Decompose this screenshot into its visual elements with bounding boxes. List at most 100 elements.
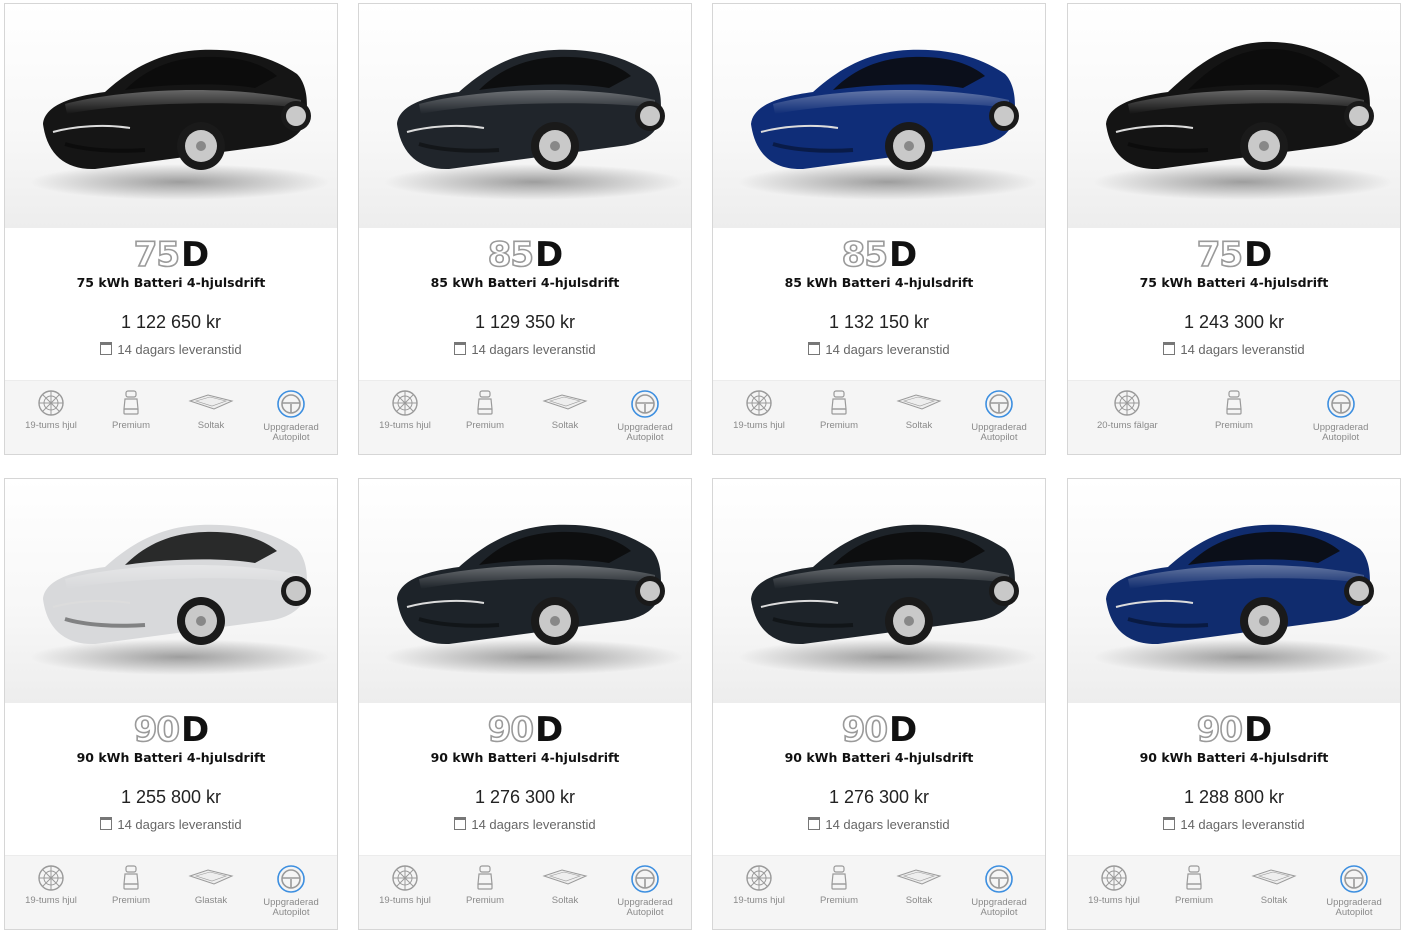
car-photo[interactable] (1068, 4, 1400, 228)
steering-wheel-icon (1303, 389, 1379, 419)
delivery-label: 14 dagars leveranstid (825, 817, 950, 832)
seat-icon (1196, 389, 1272, 417)
badge-letter: D (535, 710, 563, 750)
steering-wheel-icon (253, 864, 329, 894)
car-card[interactable]: 90D 90 kWh Batteri 4-hjulsdrift 1 276 30… (358, 478, 692, 930)
feature-item: Glastak (173, 856, 249, 929)
feature-item: Premium (447, 381, 523, 454)
feature-label: Premium (1214, 420, 1253, 431)
feature-label: Glastak (194, 895, 228, 906)
roof-icon (173, 389, 249, 417)
car-card[interactable]: 85D 85 kWh Batteri 4-hjulsdrift 1 129 35… (358, 3, 692, 455)
wheel-icon (1076, 864, 1152, 892)
steering-wheel-icon (607, 389, 683, 419)
feature-item: Soltak (1236, 856, 1312, 929)
calendar-icon (808, 817, 821, 830)
feature-bar: 19-tums hjul Premium Soltak Uppgraderad … (359, 855, 691, 929)
model-badge: 90D (1068, 711, 1400, 749)
delivery-time: 14 dagars leveranstid (713, 817, 1045, 832)
seat-icon (447, 389, 523, 417)
feature-label: Premium (465, 420, 504, 431)
badge-letter: D (889, 235, 917, 275)
car-image (384, 49, 684, 200)
feature-label: Soltak (905, 895, 933, 906)
car-image (738, 49, 1038, 200)
delivery-time: 14 dagars leveranstid (1068, 817, 1400, 832)
car-photo[interactable] (713, 479, 1045, 703)
model-badge: 90D (359, 710, 691, 750)
wheel-icon (367, 389, 443, 417)
calendar-icon (100, 817, 113, 830)
feature-label: 19-tums hjul (25, 895, 77, 906)
price: 1 132 150 kr (828, 312, 930, 332)
car-image (1093, 41, 1393, 200)
steering-wheel-icon (253, 389, 329, 419)
feature-label: Premium (819, 420, 858, 431)
feature-bar: 19-tums hjul Premium Soltak Uppgraderad … (1068, 855, 1400, 929)
battery-title: 85 kWh Batteri 4-hjulsdrift (430, 275, 620, 290)
model-badge: 75D (1068, 235, 1400, 275)
feature-bar: 19-tums hjul Premium Soltak Uppgraderad … (713, 380, 1045, 454)
car-card[interactable]: 75D 75 kWh Batteri 4-hjulsdrift 1 122 65… (4, 3, 338, 455)
feature-label: Uppgraderad Autopilot (1326, 897, 1382, 918)
feature-item: Premium (1196, 381, 1272, 454)
feature-label: Soltak (551, 895, 579, 906)
price: 1 243 300 kr (1183, 312, 1285, 332)
roof-icon (527, 864, 603, 892)
badge-letter: D (535, 235, 563, 275)
feature-item: Soltak (173, 381, 249, 454)
roof-icon (527, 389, 603, 417)
feature-bar: 19-tums hjul Premium Soltak Uppgraderad … (359, 380, 691, 454)
price: 1 129 350 kr (474, 312, 576, 332)
battery-title: 90 kWh Batteri 4-hjulsdrift (430, 750, 620, 765)
price: 1 276 300 kr (474, 787, 576, 807)
inventory-grid: 75D 75 kWh Batteri 4-hjulsdrift 1 122 65… (0, 0, 1406, 936)
wheel-icon (1089, 389, 1165, 417)
roof-icon (1236, 864, 1312, 892)
badge-number: 90 (133, 710, 181, 750)
car-photo[interactable] (5, 479, 337, 703)
car-card[interactable]: 90D 90 kWh Batteri 4-hjulsdrift 1 255 80… (4, 478, 338, 930)
feature-label: 19-tums hjul (25, 420, 77, 431)
price: 1 288 800 kr (1183, 787, 1285, 807)
feature-item: Premium (1156, 856, 1232, 929)
feature-item: Premium (93, 856, 169, 929)
car-card[interactable]: 90D 90 kWh Batteri 4-hjulsdrift 1 276 30… (712, 478, 1046, 930)
car-photo[interactable] (359, 4, 691, 228)
battery-title: 75 kWh Batteri 4-hjulsdrift (1139, 275, 1329, 290)
model-badge: 85D (713, 235, 1045, 275)
car-photo[interactable] (359, 479, 691, 703)
feature-label: Soltak (905, 420, 933, 431)
car-card[interactable]: 90D 90 kWh Batteri 4-hjulsdrift 1 288 80… (1067, 478, 1401, 930)
badge-letter: D (181, 710, 209, 750)
feature-bar: 19-tums hjul Premium Soltak Uppgraderad … (5, 380, 337, 454)
car-card[interactable]: 75D 75 kWh Batteri 4-hjulsdrift 1 243 30… (1067, 3, 1401, 455)
car-image (30, 524, 330, 675)
feature-label: 20-tums fälgar (1096, 420, 1158, 431)
wheel-icon (13, 864, 89, 892)
feature-item: 19-tums hjul (1076, 856, 1152, 929)
car-photo[interactable] (5, 4, 337, 228)
battery-title: 85 kWh Batteri 4-hjulsdrift (784, 275, 974, 290)
feature-label: Premium (465, 895, 504, 906)
car-photo[interactable] (713, 4, 1045, 228)
badge-number: 75 (1196, 235, 1244, 275)
feature-label: Soltak (1260, 895, 1288, 906)
delivery-time: 14 dagars leveranstid (359, 342, 691, 357)
badge-number: 85 (841, 235, 889, 275)
feature-label: 19-tums hjul (733, 420, 785, 431)
feature-label: 19-tums hjul (733, 895, 785, 906)
feature-item: Uppgraderad Autopilot (253, 856, 329, 929)
badge-letter: D (1244, 235, 1272, 275)
wheel-icon (367, 864, 443, 892)
feature-label: Premium (1174, 895, 1213, 906)
feature-label: Uppgraderad Autopilot (971, 422, 1027, 443)
car-card[interactable]: 85D 85 kWh Batteri 4-hjulsdrift 1 132 15… (712, 3, 1046, 455)
feature-label: Uppgraderad Autopilot (971, 897, 1027, 918)
feature-item: Uppgraderad Autopilot (1316, 856, 1392, 929)
price: 1 276 300 kr (828, 787, 930, 807)
model-badge: 75D (5, 236, 337, 274)
car-photo[interactable] (1068, 479, 1400, 703)
battery-title: 90 kWh Batteri 4-hjulsdrift (1139, 750, 1329, 765)
feature-item: Premium (801, 381, 877, 454)
